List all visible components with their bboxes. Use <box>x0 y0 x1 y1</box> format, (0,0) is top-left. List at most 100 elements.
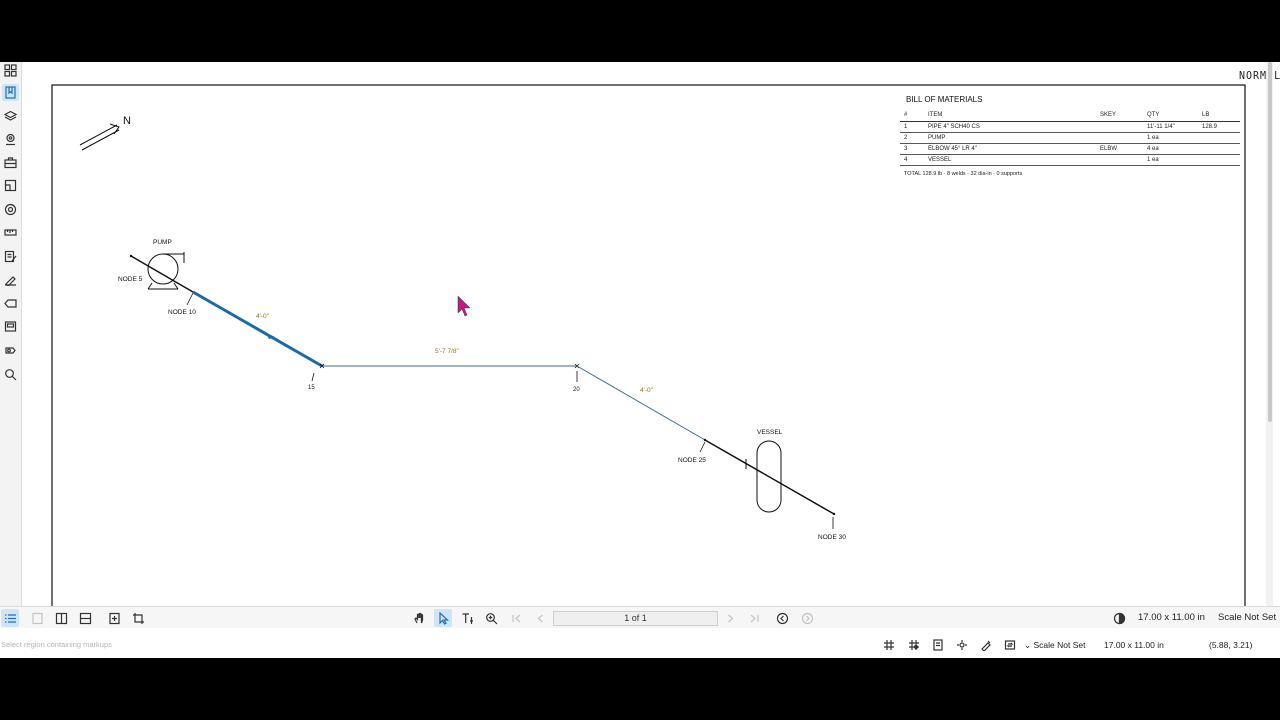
split-horizontal-icon[interactable] <box>76 609 94 627</box>
text-select-icon[interactable] <box>458 609 476 627</box>
bom-cell: 1 <box>900 121 924 133</box>
markup-list-icon[interactable] <box>2 177 19 194</box>
split-vertical-icon[interactable] <box>52 609 70 627</box>
reuse-markup-icon[interactable] <box>978 638 994 652</box>
last-page-icon[interactable] <box>745 609 763 627</box>
dimension-seg3: 4'-0" <box>640 387 654 394</box>
node25-label: NODE 25 <box>678 457 706 464</box>
bom-header-skey: SKEY <box>1096 110 1143 122</box>
snap-grid-icon[interactable] <box>906 638 922 652</box>
bom-cell: 128.9 <box>1198 121 1240 133</box>
bom-row: 4 VESSEL 1 ea <box>900 154 1240 166</box>
single-page-icon[interactable] <box>28 609 46 627</box>
toolbox-icon[interactable] <box>2 154 19 171</box>
node5-label: NODE 5 <box>118 276 143 283</box>
bookmarks-icon[interactable] <box>2 84 19 101</box>
bom-row: 3 ELBOW 45° LR 4" ELBW 4 ea <box>900 143 1240 155</box>
bom-header-lb: LB <box>1198 110 1240 122</box>
bom-cell: ELBOW 45° LR 4" <box>924 143 1096 155</box>
bom-row: 1 PIPE 4" SCH40 CS 11'-11 1/4" 128.9 <box>900 121 1240 133</box>
bom-header-num: # <box>900 110 924 122</box>
bom-header-row: # ITEM SKEY QTY LB <box>900 110 1240 122</box>
thumbnails-icon[interactable] <box>2 62 19 79</box>
scrollbar-thumb[interactable] <box>1268 62 1272 422</box>
previous-page-icon[interactable] <box>531 609 549 627</box>
bom-cell: 1 ea <box>1143 132 1198 144</box>
bom-title: BILL OF MATERIALS <box>906 95 983 104</box>
zoom-icon[interactable] <box>482 609 500 627</box>
bom-cell <box>1198 154 1240 166</box>
first-page-icon[interactable] <box>507 609 525 627</box>
properties-icon[interactable] <box>2 248 19 265</box>
bom-table: # ITEM SKEY QTY LB 1 PIPE 4" SCH40 CS 11… <box>900 110 1240 166</box>
bom-cell: VESSEL <box>924 154 1096 166</box>
previous-view-icon[interactable] <box>773 609 791 627</box>
status-page-size: 17.00 x 11.00 in <box>1104 640 1164 650</box>
bom-cell: PIPE 4" SCH40 CS <box>924 121 1096 133</box>
tag-icon[interactable] <box>2 295 19 312</box>
dimension-seg1: 4'-0" <box>256 313 270 320</box>
crop-icon[interactable] <box>129 609 147 627</box>
bom-cell: 11'-11 1/4" <box>1143 121 1198 133</box>
bom-total: TOTAL 128.9 lb · 8 welds · 32 dia-in · 0… <box>904 170 1023 177</box>
status-scale[interactable]: ⌄ Scale Not Set <box>1024 640 1085 651</box>
bom-cell: 3 <box>900 143 924 155</box>
drawing-canvas[interactable]: N PUMP NODE 5 NODE 10 4'-0" 5'-7 7/8" 15… <box>23 62 1280 606</box>
grid-icon[interactable] <box>881 638 897 652</box>
status-bar: Select region containing markups ⌄ Scale… <box>0 629 1280 658</box>
bom-row: 2 PUMP 1 ea <box>900 132 1240 144</box>
pan-hand-icon[interactable] <box>410 609 428 627</box>
bom-cell <box>1096 154 1143 166</box>
page-size-display: 17.00 x 11.00 in <box>1138 612 1205 623</box>
bom-cell <box>1198 143 1240 155</box>
north-label: N <box>123 115 131 127</box>
scale-display[interactable]: Scale Not Set <box>1218 612 1276 623</box>
measure-icon[interactable] <box>2 224 19 241</box>
fit-page-icon[interactable] <box>105 609 123 627</box>
list-view-icon[interactable] <box>1 609 19 627</box>
left-toolbar <box>0 62 22 606</box>
bom-cell: 1 ea <box>1143 154 1198 166</box>
status-scale-text: Scale Not Set <box>1033 640 1086 650</box>
node15-label: 15 <box>308 385 315 391</box>
locations-icon[interactable] <box>2 131 19 148</box>
select-pointer-icon[interactable] <box>434 609 452 627</box>
bom-cell: PUMP <box>924 132 1096 144</box>
link-icon[interactable] <box>2 342 19 359</box>
vertical-scrollbar[interactable] <box>1266 62 1273 606</box>
node20-label: 20 <box>573 387 580 393</box>
stamp-icon[interactable] <box>2 318 19 335</box>
bom-cell <box>1096 121 1143 133</box>
pipe-segment-node25-node30 <box>704 439 835 515</box>
settings-icon[interactable] <box>2 201 19 218</box>
bom-cell <box>1198 132 1240 144</box>
node30-label: NODE 30 <box>818 534 846 541</box>
signature-icon[interactable] <box>2 271 19 288</box>
bom-header-qty: QTY <box>1143 110 1198 122</box>
next-view-icon[interactable] <box>798 609 816 627</box>
layers-icon[interactable] <box>2 108 19 125</box>
snap-markup-icon[interactable] <box>954 638 970 652</box>
bom-header-item: ITEM <box>924 110 1096 122</box>
sync-icon[interactable] <box>1002 638 1018 652</box>
bom-cell: 2 <box>900 132 924 144</box>
bill-of-materials: BILL OF MATERIALS # ITEM SKEY QTY LB 1 P… <box>900 95 1240 177</box>
status-hint: Select region containing markups <box>1 640 112 649</box>
bom-cell <box>1096 132 1143 144</box>
pump-label: PUMP <box>153 239 172 246</box>
bottom-toolbar: 1 of 1 17.00 x 11.00 in Scale Not Set <box>0 606 1280 628</box>
pipe-segment-selected <box>192 290 323 368</box>
north-arrow-icon <box>79 123 120 151</box>
bom-cell: 4 ea <box>1143 143 1198 155</box>
mouse-cursor-icon <box>457 295 471 317</box>
next-page-icon[interactable] <box>721 609 739 627</box>
bom-cell: 4 <box>900 154 924 166</box>
contrast-icon[interactable] <box>1110 609 1128 627</box>
vessel-label: VESSEL <box>757 429 783 436</box>
search-icon[interactable] <box>2 366 19 383</box>
dimension-seg2: 5'-7 7/8" <box>435 348 459 355</box>
mode-label: NORMAL <box>1239 70 1280 83</box>
snap-content-icon[interactable] <box>930 638 946 652</box>
page-indicator[interactable]: 1 of 1 <box>553 611 718 626</box>
bom-cell: ELBW <box>1096 143 1143 155</box>
